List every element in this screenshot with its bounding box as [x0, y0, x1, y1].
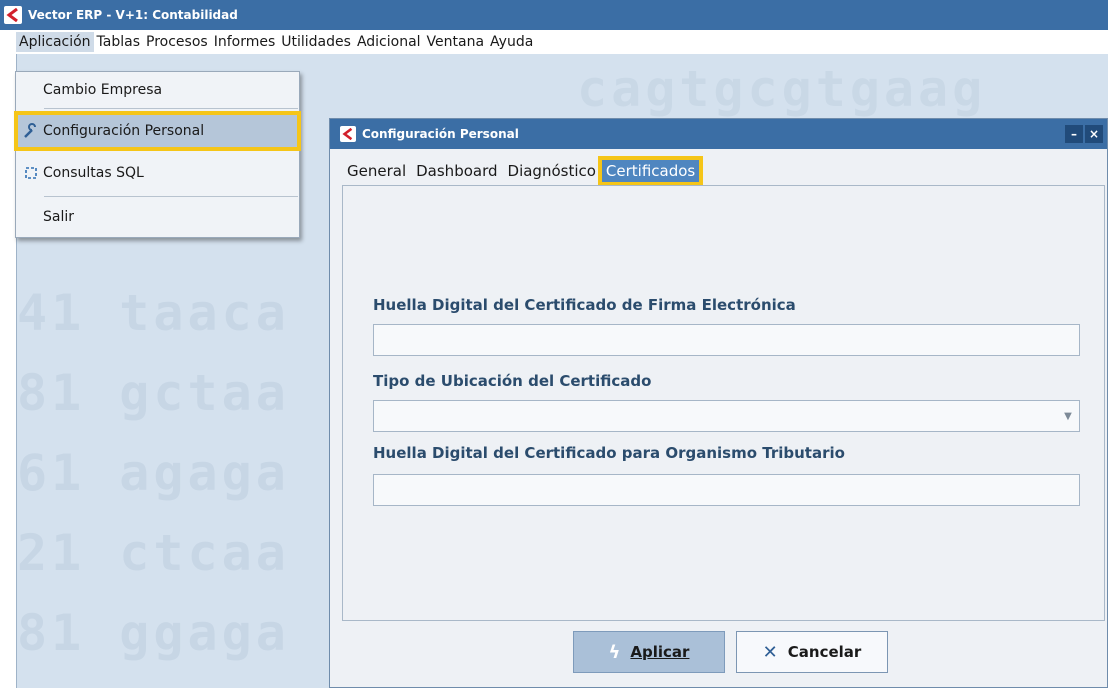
menu-item-cambio-empresa[interactable]: Cambio Empresa [17, 73, 298, 107]
dialog-tabs: General Dashboard Diagnóstico Certificad… [342, 156, 704, 186]
background-text: 21 ctcaa [17, 524, 290, 582]
app-logo-icon [340, 126, 356, 142]
menu-item-label: Configuración Personal [43, 123, 205, 139]
chevron-down-icon[interactable]: ▼ [1058, 402, 1078, 430]
lightning-icon: ϟ [608, 641, 621, 663]
menu-separator [44, 108, 298, 109]
menu-separator [44, 196, 298, 197]
menu-utilidades[interactable]: Utilidades [278, 32, 354, 52]
sql-icon [23, 165, 39, 181]
menu-item-label: Consultas SQL [43, 165, 144, 181]
aplicacion-dropdown-menu: Cambio Empresa Configuración Personal Co… [14, 71, 301, 238]
close-icon: ✕ [762, 641, 778, 663]
menu-aplicacion[interactable]: Aplicación [16, 32, 94, 52]
dialog-title: Configuración Personal [362, 127, 519, 141]
firma-certificado-label: Huella Digital del Certificado de Firma … [373, 296, 796, 314]
close-button[interactable]: × [1085, 125, 1103, 143]
background-text: 81 gctaa [17, 364, 290, 422]
ubicacion-certificado-label: Tipo de Ubicación del Certificado [373, 372, 652, 390]
dialog-footer: ϟ Aplicar ✕ Cancelar [342, 621, 1105, 687]
background-text: 81 ggaga [17, 604, 290, 662]
cancelar-button[interactable]: ✕ Cancelar [736, 631, 888, 673]
background-text: cagtgcgtgaag [577, 60, 987, 118]
app-logo-icon [4, 6, 22, 24]
app-titlebar: Vector ERP - V+1: Contabilidad [0, 0, 1108, 30]
menu-ayuda[interactable]: Ayuda [487, 32, 536, 52]
menu-item-label: Salir [43, 209, 75, 225]
menu-adicional[interactable]: Adicional [354, 32, 424, 52]
menu-tablas[interactable]: Tablas [94, 32, 143, 52]
menu-ventana[interactable]: Ventana [424, 32, 488, 52]
tributario-certificado-label: Huella Digital del Certificado para Orga… [373, 444, 845, 462]
menu-item-salir[interactable]: Salir [17, 200, 298, 234]
background-text: 61 agaga [17, 444, 290, 502]
tab-certificados[interactable]: Certificados [597, 156, 704, 186]
minimize-button[interactable]: – [1065, 125, 1083, 143]
menu-item-configuracion-personal[interactable]: Configuración Personal [14, 111, 301, 151]
app-title: Vector ERP - V+1: Contabilidad [28, 8, 238, 22]
certificados-tab-panel: Huella Digital del Certificado de Firma … [342, 185, 1105, 621]
menu-procesos[interactable]: Procesos [143, 32, 211, 52]
background-text: 41 taaca [17, 284, 290, 342]
tributario-certificado-input[interactable] [373, 474, 1080, 506]
menu-informes[interactable]: Informes [211, 32, 279, 52]
cancelar-label: Cancelar [787, 643, 862, 661]
menu-item-consultas-sql[interactable]: Consultas SQL [17, 156, 298, 190]
tab-diagnostico[interactable]: Diagnóstico [503, 159, 601, 183]
tab-general[interactable]: General [342, 159, 411, 183]
dialog-titlebar: Configuración Personal – × [330, 119, 1107, 149]
menu-item-label: Cambio Empresa [43, 82, 163, 98]
aplicar-label: Aplicar [630, 643, 690, 661]
wrench-icon [23, 123, 39, 139]
tab-dashboard[interactable]: Dashboard [411, 159, 502, 183]
configuracion-personal-dialog: Configuración Personal – × General Dashb… [329, 118, 1108, 688]
firma-certificado-input[interactable] [373, 324, 1080, 356]
aplicar-button[interactable]: ϟ Aplicar [573, 631, 725, 673]
ubicacion-certificado-select[interactable]: ▼ [373, 400, 1080, 432]
menubar: Aplicación Tablas Procesos Informes Util… [0, 30, 1108, 54]
